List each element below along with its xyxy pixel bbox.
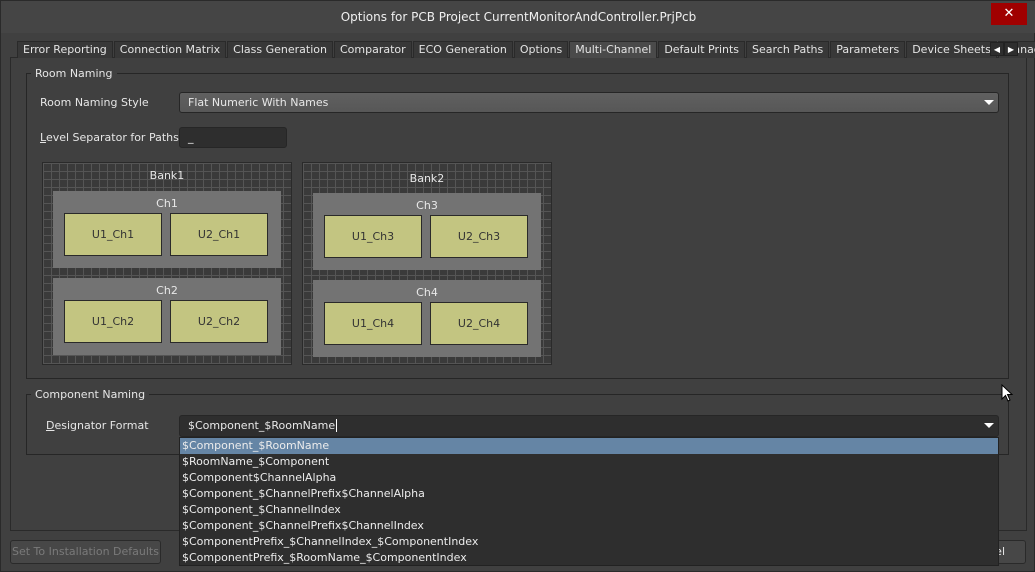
designator-format-value: $Component_$RoomName [188, 419, 336, 432]
channel-label: Ch4 [416, 286, 438, 299]
component-box: U1_Ch3 [324, 215, 422, 258]
close-icon: ✕ [1003, 6, 1015, 21]
tab-comparator[interactable]: Comparator [333, 41, 412, 58]
tab-error-reporting[interactable]: Error Reporting [17, 41, 113, 58]
bank-label: Bank2 [409, 172, 445, 185]
channel-label: Ch1 [156, 197, 178, 210]
dropdown-option[interactable]: $Component_$ChannelPrefix$ChannelIndex [180, 518, 998, 534]
channel-room: Ch3 U1_Ch3 U2_Ch3 [313, 193, 541, 270]
channel-room: Ch2 U1_Ch2 U2_Ch2 [53, 278, 281, 355]
channel-room: Ch1 U1_Ch1 U2_Ch1 [53, 191, 281, 268]
tab-strip: Error Reporting Connection Matrix Class Ge… [17, 41, 1035, 58]
window-title: Options for PCB Project CurrentMonitorAn… [1, 1, 1035, 33]
tab-search-paths[interactable]: Search Paths [746, 41, 830, 58]
set-installation-defaults-button[interactable]: Set To Installation Defaults [10, 540, 161, 564]
component-box: U2_Ch1 [170, 213, 268, 256]
level-separator-input[interactable]: _ [179, 127, 287, 148]
room-naming-style-label: Room Naming Style [40, 96, 149, 109]
dropdown-option[interactable]: $RoomName_$Component [180, 454, 998, 470]
channel-label: Ch2 [156, 284, 178, 297]
tab-options[interactable]: Options [513, 41, 569, 58]
tab-device-sheets[interactable]: Device Sheets [906, 41, 997, 58]
dropdown-option[interactable]: $ComponentPrefix_$ChannelIndex_$Componen… [180, 534, 998, 550]
tab-default-prints[interactable]: Default Prints [658, 41, 746, 58]
dropdown-option[interactable]: $ComponentPrefix_$RoomName_$ComponentInd… [180, 550, 998, 566]
component-naming-label: Component Naming [31, 388, 150, 401]
designator-format-label: Designator Format [46, 419, 149, 432]
dropdown-option[interactable]: $Component_$RoomName [180, 438, 998, 454]
channel-bank: Bank2 Ch3 U1_Ch3 U2_Ch3 Ch4 U1_Ch4 U2_Ch4 [302, 162, 552, 365]
tab-scroll-right-button[interactable]: ▶ [1004, 42, 1018, 56]
room-naming-style-select[interactable]: Flat Numeric With Names [179, 92, 999, 113]
component-box: U1_Ch4 [324, 302, 422, 345]
close-button[interactable]: ✕ [991, 3, 1027, 25]
component-box: U2_Ch2 [170, 300, 268, 343]
chevron-down-icon [984, 100, 994, 105]
room-naming-style-value: Flat Numeric With Names [188, 96, 329, 109]
tab-connection-matrix[interactable]: Connection Matrix [113, 41, 227, 58]
component-box: U2_Ch4 [430, 302, 528, 345]
tab-class-generation[interactable]: Class Generation [227, 41, 333, 58]
level-separator-label: Level Separator for Paths [40, 131, 179, 144]
component-box: U1_Ch1 [64, 213, 162, 256]
dropdown-option[interactable]: $Component$ChannelAlpha [180, 470, 998, 486]
chevron-down-icon [984, 423, 994, 428]
room-naming-label: Room Naming [31, 67, 117, 80]
component-box: U2_Ch3 [430, 215, 528, 258]
tab-eco-generation[interactable]: ECO Generation [412, 41, 513, 58]
tab-parameters[interactable]: Parameters [830, 41, 906, 58]
bank-label: Bank1 [149, 169, 185, 182]
tab-scroll: ◀ ▶ [990, 42, 1018, 56]
channel-room: Ch4 U1_Ch4 U2_Ch4 [313, 280, 541, 357]
mouse-cursor-icon [1001, 384, 1014, 402]
designator-format-dropdown-list: $Component_$RoomName $RoomName_$Component… [179, 437, 999, 566]
component-box: U1_Ch2 [64, 300, 162, 343]
dropdown-option[interactable]: $Component_$ChannelPrefix$ChannelAlpha [180, 486, 998, 502]
dropdown-option[interactable]: $Component_$ChannelIndex [180, 502, 998, 518]
channel-label: Ch3 [416, 199, 438, 212]
tab-scroll-left-button[interactable]: ◀ [990, 42, 1004, 56]
channel-bank: Bank1 Ch1 U1_Ch1 U2_Ch1 Ch2 U1_Ch2 U2_Ch2 [42, 162, 292, 365]
options-dialog: Options for PCB Project CurrentMonitorAn… [0, 0, 1035, 572]
tab-multi-channel[interactable]: Multi-Channel [569, 41, 658, 58]
designator-format-combo[interactable]: $Component_$RoomName [179, 415, 999, 437]
